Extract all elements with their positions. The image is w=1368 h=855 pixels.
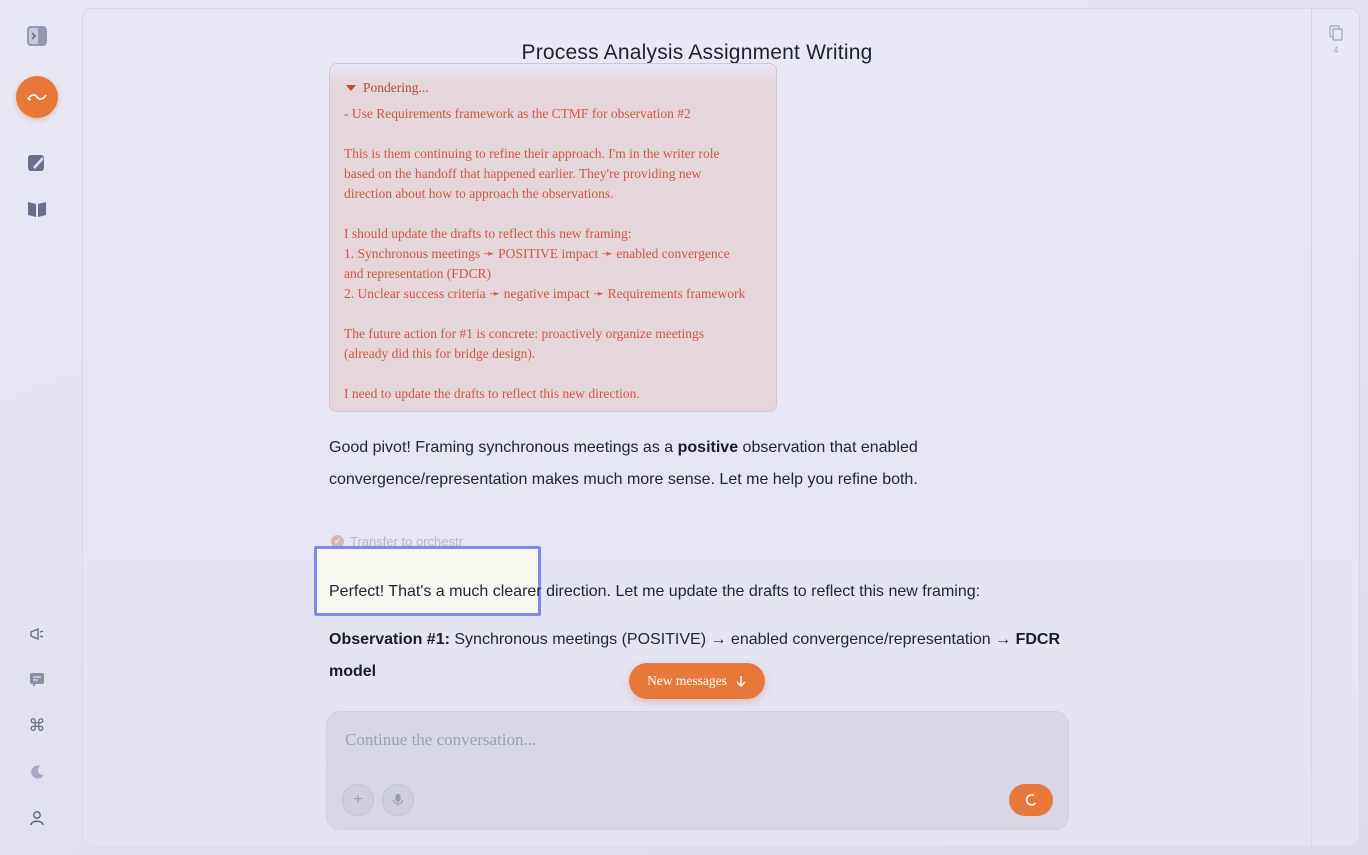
documents-count: 4 bbox=[1333, 45, 1339, 55]
thinking-line: - Use Requirements framework as the CTMF… bbox=[344, 106, 691, 121]
attach-button[interactable]: + bbox=[342, 784, 374, 816]
moon-icon[interactable] bbox=[22, 757, 52, 787]
compose-icon[interactable] bbox=[22, 148, 52, 178]
thinking-line: (already did this for bridge design). bbox=[344, 346, 536, 361]
new-messages-button[interactable]: New messages bbox=[629, 663, 765, 699]
thinking-line: I need to update the drafts to reflect t… bbox=[344, 386, 640, 401]
observation-heading: Observation #1: Synchronous meetings (PO… bbox=[329, 631, 1060, 648]
assistant-message: Good pivot! Framing synchronous meetings… bbox=[329, 439, 918, 456]
loading-spinner-icon bbox=[1025, 794, 1037, 806]
user-icon[interactable] bbox=[22, 803, 52, 833]
new-messages-label: New messages bbox=[647, 673, 727, 688]
left-rail: ⌘ bbox=[0, 0, 74, 855]
thinking-line: 1. Synchronous meetings ➛ POSITIVE impac… bbox=[344, 246, 730, 261]
thinking-line: 2. Unclear success criteria ➛ negative i… bbox=[344, 286, 746, 301]
thinking-line: I should update the drafts to reflect th… bbox=[344, 226, 632, 241]
thinking-line: and representation (FDCR) bbox=[344, 266, 491, 281]
thinking-line: based on the handoff that happened earli… bbox=[344, 166, 702, 181]
thinking-block: Pondering... - Use Requirements framewor… bbox=[329, 63, 777, 412]
library-icon[interactable] bbox=[22, 194, 52, 224]
voice-button[interactable] bbox=[382, 784, 414, 816]
scroll-fade bbox=[330, 64, 776, 84]
arrow-down-icon bbox=[736, 676, 746, 687]
assistant-message-line: convergence/representation makes much mo… bbox=[329, 471, 918, 488]
page-title: Process Analysis Assignment Writing bbox=[521, 41, 873, 64]
feedback-icon[interactable] bbox=[22, 665, 52, 695]
selection-highlight bbox=[314, 546, 541, 616]
sidebar-toggle-icon[interactable] bbox=[22, 21, 52, 51]
send-button[interactable] bbox=[1009, 784, 1053, 816]
message-input[interactable]: Continue the conversation... bbox=[345, 730, 536, 750]
thinking-line: direction about how to approach the obse… bbox=[344, 186, 614, 201]
new-chat-button[interactable] bbox=[16, 76, 58, 118]
assistant-message: Perfect! That's a much clearer direction… bbox=[329, 583, 981, 600]
composer: Continue the conversation... + bbox=[326, 711, 1069, 830]
thinking-line: This is them continuing to refine their … bbox=[344, 146, 720, 161]
caret-down-icon bbox=[346, 85, 356, 91]
documents-icon[interactable] bbox=[1329, 25, 1343, 46]
new-chat-icon bbox=[27, 94, 47, 101]
command-icon[interactable]: ⌘ bbox=[22, 711, 52, 741]
microphone-icon bbox=[392, 794, 404, 806]
thinking-line: The future action for #1 is concrete: pr… bbox=[344, 326, 704, 341]
announcement-icon[interactable] bbox=[22, 619, 52, 649]
observation-line: model bbox=[329, 663, 377, 680]
plus-icon: + bbox=[353, 791, 363, 808]
chat-panel: 4 Process Analysis Assignment Writing Po… bbox=[82, 8, 1360, 847]
artifacts-strip: 4 bbox=[1311, 9, 1359, 846]
